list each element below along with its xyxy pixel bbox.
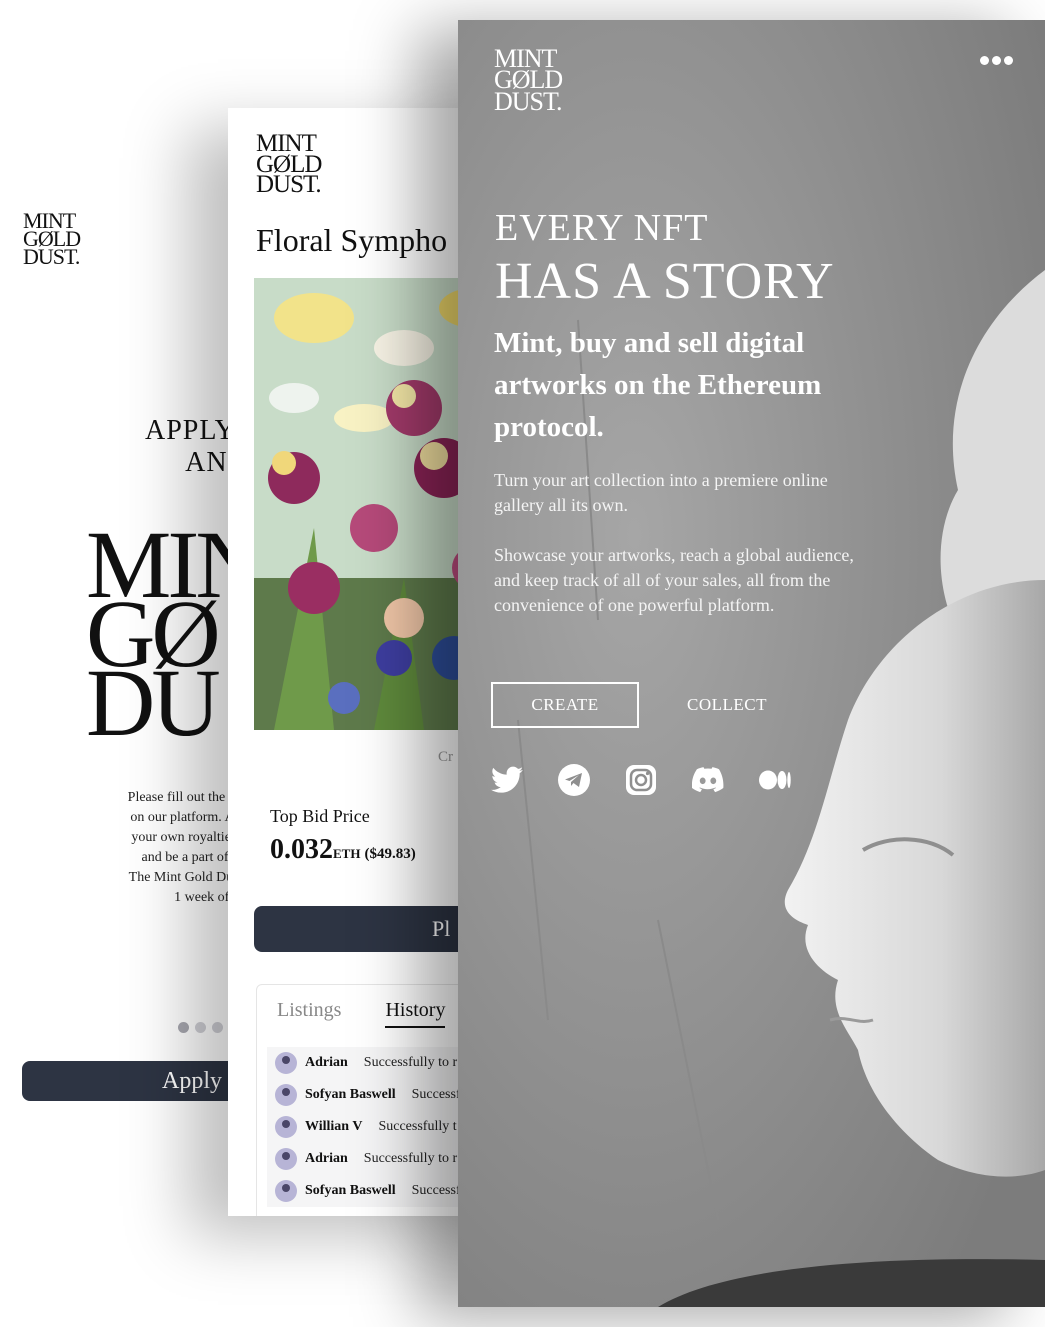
hero-paragraph-2: Showcase your artworks, reach a global a…	[494, 545, 854, 615]
pagination-dot[interactable]	[212, 1022, 223, 1033]
hero-heading-line2: HAS A STORY	[495, 253, 835, 310]
hero-subheading: Mint, buy and sell digital artworks on t…	[494, 327, 822, 443]
more-dots-icon[interactable]	[980, 56, 1013, 65]
history-name: Willian V	[305, 1119, 363, 1134]
top-bid-amount: 0.032ETH ($49.83)	[270, 834, 416, 866]
menu-dot	[992, 56, 1001, 65]
home-screen: MINT GØLD DUST. EVERY NFT HAS A STORY Mi…	[458, 20, 1045, 1307]
discord-icon[interactable]	[692, 767, 724, 793]
menu-dot	[1004, 56, 1013, 65]
history-name: Sofyan Baswell	[305, 1183, 396, 1198]
avatar	[275, 1148, 297, 1170]
home-logo[interactable]: MINT GØLD DUST.	[494, 45, 563, 116]
pagination-dot[interactable]	[195, 1022, 206, 1033]
collect-button[interactable]: COLLECT	[680, 682, 774, 728]
avatar	[275, 1180, 297, 1202]
artwork-title: Floral Sympho	[256, 222, 448, 258]
history-action: Successf	[411, 1087, 461, 1102]
avatar	[275, 1116, 297, 1138]
pagination-dots	[178, 1022, 223, 1033]
apply-logo[interactable]: MINT GØLD DUST.	[23, 209, 81, 270]
history-name: Adrian	[305, 1151, 348, 1166]
logo-line: DUST.	[23, 244, 80, 270]
menu-dot	[980, 56, 989, 65]
history-action: Successf	[411, 1183, 461, 1198]
twitter-icon[interactable]	[491, 766, 523, 794]
create-button[interactable]: CREATE	[491, 682, 639, 728]
tab-listings[interactable]: Listings	[277, 999, 341, 1028]
logo-line: DUST.	[256, 171, 322, 198]
instagram-icon[interactable]	[625, 764, 657, 796]
creator-label: Cr	[438, 749, 453, 765]
history-action: Successfully t	[378, 1119, 457, 1134]
history-name: Sofyan Baswell	[305, 1087, 396, 1102]
history-name: Adrian	[305, 1055, 348, 1070]
artwork-logo[interactable]: MINT GØLD DUST.	[256, 131, 322, 198]
avatar	[275, 1084, 297, 1106]
telegram-icon[interactable]	[558, 764, 590, 796]
top-bid-label: Top Bid Price	[270, 806, 370, 826]
bid-usd: ($49.83)	[364, 846, 416, 862]
logo-line: DUST.	[494, 86, 562, 116]
pagination-dot-active[interactable]	[178, 1022, 189, 1033]
social-links	[491, 764, 791, 796]
hero-paragraph-1: Turn your art collection into a premiere…	[494, 470, 828, 515]
history-action: Successfully to r	[363, 1055, 458, 1070]
bid-unit: ETH	[333, 846, 361, 861]
avatar	[275, 1052, 297, 1074]
bid-value: 0.032	[270, 834, 333, 865]
history-action: Successfully to r	[363, 1151, 458, 1166]
hero-heading-line1: EVERY NFT	[495, 207, 709, 249]
activity-tabs: Listings History	[277, 999, 446, 1028]
tab-history[interactable]: History	[385, 999, 446, 1028]
medium-icon[interactable]	[759, 770, 791, 790]
